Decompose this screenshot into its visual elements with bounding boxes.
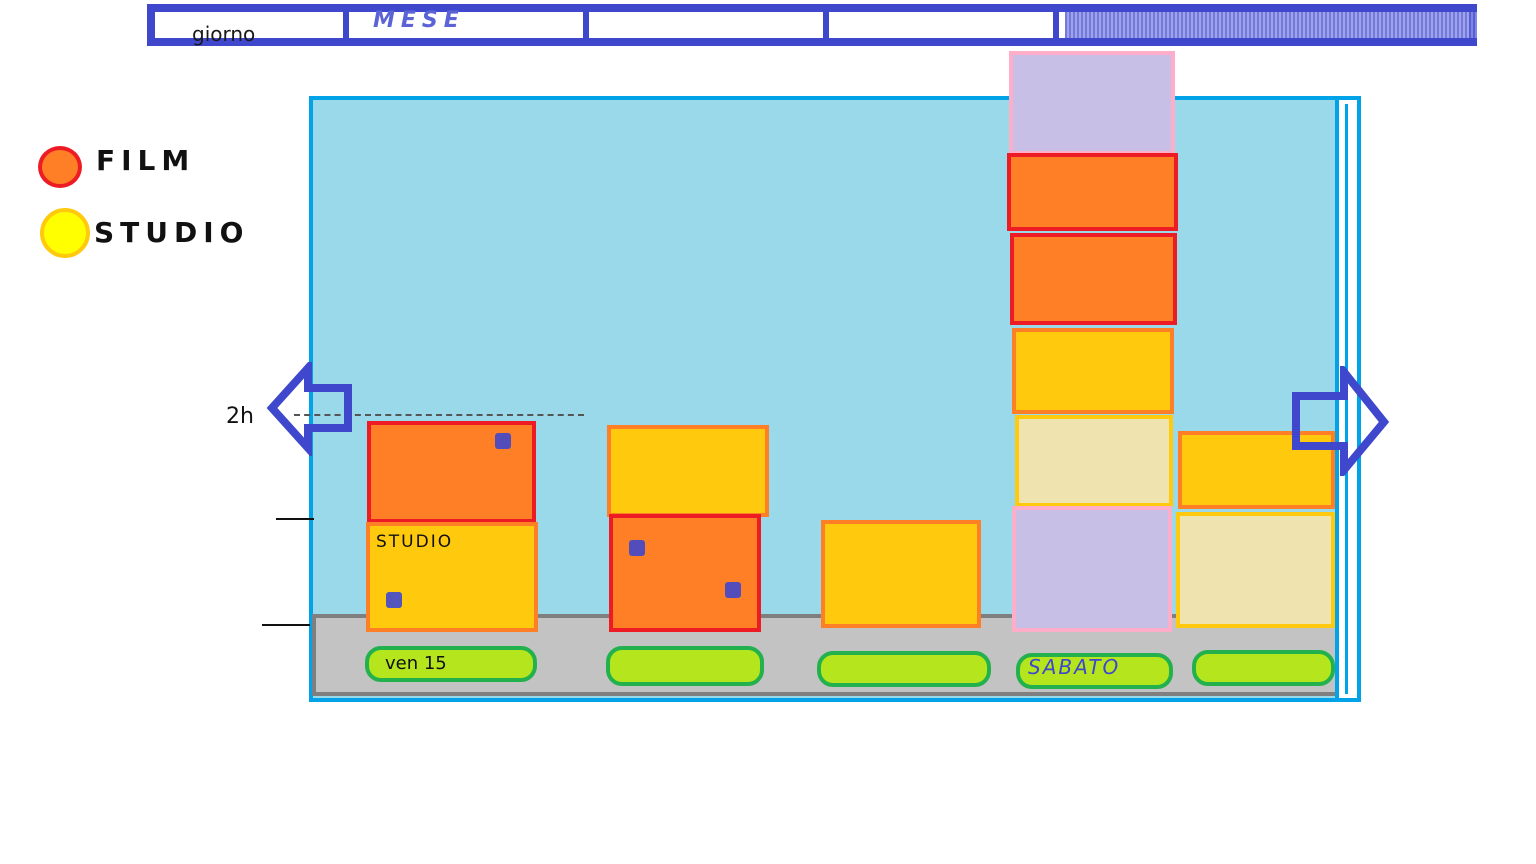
pin-icon [386,592,402,608]
legend-film-dot [38,146,82,188]
day-chip[interactable] [606,646,764,686]
event-block-studio[interactable] [1012,328,1174,414]
event-block-other[interactable] [1012,506,1172,632]
day-chip-label: ven 15 [385,653,447,674]
event-block-film[interactable] [1007,153,1178,231]
event-block-studio[interactable]: STUDIO [366,522,538,632]
pin-icon [725,582,741,598]
event-block-label: STUDIO [376,532,454,552]
legend-film-label: FILM [96,144,196,177]
day-chip[interactable]: SABATO [1016,653,1173,689]
legend-studio-dot [40,208,90,258]
arrow-right-icon[interactable] [1288,366,1392,476]
event-block-studio[interactable] [607,425,769,517]
tab-mese[interactable]: MESE [343,8,579,38]
y-axis-label-2h: 2h [226,404,254,429]
day-chip[interactable] [1192,650,1335,686]
event-block-other[interactable] [1009,51,1175,155]
event-block-film[interactable] [1010,233,1177,325]
tab-giorno-label: giorno [192,22,256,46]
legend-studio-label: STUDIO [94,216,250,249]
event-block-studio[interactable] [821,520,981,628]
event-block-other[interactable] [1176,512,1335,628]
tab-empty-1[interactable] [583,12,823,38]
event-block-film[interactable] [367,421,536,523]
pin-icon [495,433,511,449]
y-tick [276,518,314,520]
day-chip-label: SABATO [1028,655,1121,679]
day-chip[interactable]: ven 15 [365,646,537,682]
event-block-film[interactable] [609,514,761,632]
day-chip[interactable] [817,651,991,687]
tab-mese-label: MESE [373,8,465,33]
y-tick [262,624,310,626]
tab-empty-2[interactable] [827,12,1063,38]
period-tab-bar: giorno MESE [147,4,1477,46]
tab-giorno[interactable]: giorno [155,12,341,46]
pin-icon [629,540,645,556]
tab-separator [1053,8,1059,42]
tab-scribbled[interactable] [1065,12,1477,38]
arrow-left-icon[interactable] [266,362,356,456]
event-block-other[interactable] [1015,415,1173,507]
